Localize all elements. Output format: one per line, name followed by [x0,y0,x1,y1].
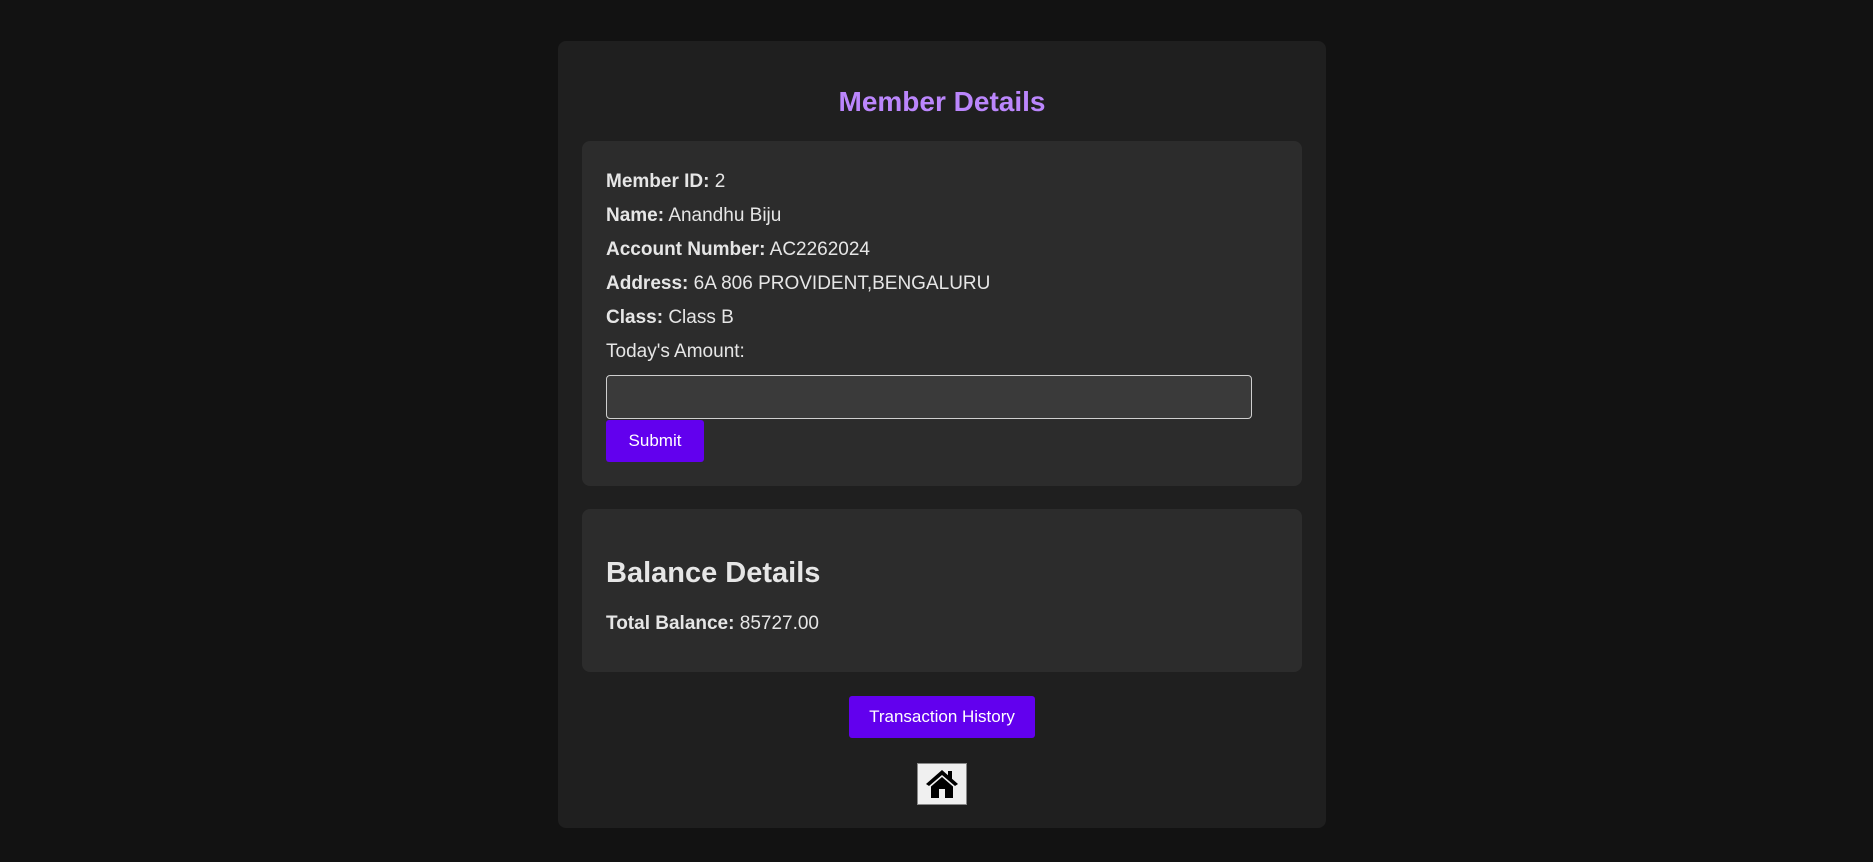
member-id-row: Member ID: 2 [606,170,725,194]
name-row: Name: Anandhu Biju [606,204,781,228]
submit-button[interactable]: Submit [606,420,704,462]
total-balance-label: Total Balance: [606,613,735,634]
balance-title: Balance Details [606,557,821,589]
home-button[interactable] [917,763,967,805]
account-number-value: AC2262024 [769,239,871,260]
page-title: Member Details [838,86,1046,117]
class-value: Class B [668,307,734,328]
name-label: Name: [606,205,665,226]
class-label: Class: [606,307,664,328]
address-label: Address: [606,273,689,294]
member-details-panel: Member Details Member ID: 2 Name: Anandh… [558,41,1326,828]
member-info-card: Member ID: 2 Name: Anandhu Biju Account … [582,141,1302,486]
member-id-label: Member ID: [606,171,710,192]
name-value: Anandhu Biju [668,205,782,226]
transaction-history-button[interactable]: Transaction History [849,696,1035,738]
amount-input[interactable] [606,375,1252,419]
class-row: Class: Class B [606,306,734,330]
address-row: Address: 6A 806 PROVIDENT,BENGALURU [606,272,990,296]
amount-label: Today's Amount: [606,341,745,362]
account-number-row: Account Number: AC2262024 [606,238,870,262]
total-balance-value: 85727.00 [739,613,819,634]
home-icon [926,770,958,798]
total-balance-row: Total Balance: 85727.00 [606,612,819,636]
account-number-label: Account Number: [606,239,766,260]
member-id-value: 2 [714,171,726,192]
balance-card: Balance Details Total Balance: 85727.00 [582,509,1302,672]
address-value: 6A 806 PROVIDENT,BENGALURU [693,273,991,294]
